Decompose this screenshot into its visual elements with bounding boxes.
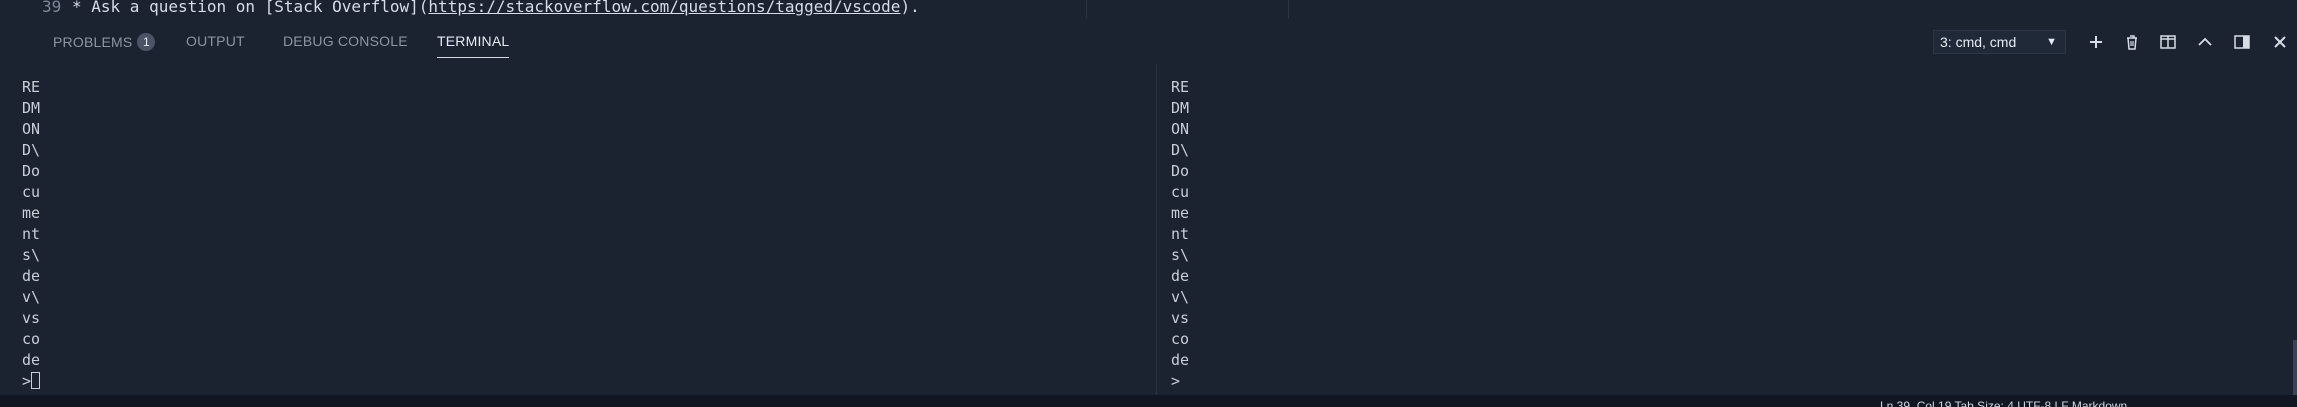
chevron-down-icon: ▼	[2046, 36, 2057, 48]
terminal-select[interactable]: 3: cmd, cmd ▼	[1933, 30, 2066, 54]
code-line[interactable]: * Ask a question on [Stack Overflow](htt…	[72, 0, 920, 16]
status-bar-info[interactable]: Ln 39, Col 19 Tab Size: 4 UTF-8 LF Markd…	[1880, 399, 2127, 407]
code-text-prefix: * Ask a question on [Stack Overflow](	[72, 0, 429, 16]
editor-ruler	[1086, 0, 1087, 18]
panel-layout-button[interactable]	[2230, 30, 2254, 54]
editor-ruler	[1288, 0, 1289, 18]
tab-output[interactable]: OUTPUT	[186, 33, 245, 49]
status-bar: Ln 39, Col 19 Tab Size: 4 UTF-8 LF Markd…	[0, 395, 2297, 407]
terminal-pane-left[interactable]: RE DM ON D\ Do cu me nt s\ de v\ vs co d…	[22, 77, 40, 392]
scrollbar[interactable]	[2293, 340, 2297, 400]
tab-debug-console[interactable]: DEBUG CONSOLE	[283, 33, 408, 49]
plus-icon	[2090, 36, 2102, 48]
panel-layout-icon	[2234, 35, 2250, 49]
close-icon	[2274, 36, 2286, 48]
maximize-panel-button[interactable]	[2193, 30, 2217, 54]
kill-terminal-button[interactable]	[2120, 30, 2144, 54]
tab-problems-label: PROBLEMS	[53, 34, 133, 50]
terminal-split-divider[interactable]	[1156, 64, 1157, 395]
terminal-pane-right[interactable]: RE DM ON D\ Do cu me nt s\ de v\ vs co d…	[1171, 77, 1189, 392]
terminal-right-output: RE DM ON D\ Do cu me nt s\ de v\ vs co d…	[1171, 78, 1190, 390]
editor-line: 39 * Ask a question on [Stack Overflow](…	[0, 0, 2297, 22]
tab-terminal[interactable]: TERMINAL	[437, 33, 510, 58]
close-panel-button[interactable]	[2268, 30, 2292, 54]
problems-count-badge: 1	[137, 33, 156, 51]
line-number: 39	[42, 0, 62, 16]
tab-output-label: OUTPUT	[186, 33, 245, 49]
terminal-cursor	[31, 372, 41, 389]
terminal-left-output: RE DM ON D\ Do cu me nt s\ de v\ vs co d…	[22, 78, 41, 390]
split-icon	[2160, 35, 2176, 49]
code-text-suffix: ).	[900, 0, 920, 16]
new-terminal-button[interactable]	[2084, 30, 2108, 54]
tab-terminal-label: TERMINAL	[437, 33, 510, 49]
chevron-up-icon	[2198, 37, 2212, 46]
code-link[interactable]: https://stackoverflow.com/questions/tagg…	[428, 0, 900, 16]
terminal-area[interactable]: RE DM ON D\ Do cu me nt s\ de v\ vs co d…	[0, 64, 2297, 395]
tab-debug-console-label: DEBUG CONSOLE	[283, 33, 408, 49]
panel-header: PROBLEMS 1 OUTPUT DEBUG CONSOLE TERMINAL …	[0, 22, 2297, 64]
tab-problems[interactable]: PROBLEMS 1	[53, 33, 156, 51]
split-terminal-button[interactable]	[2156, 30, 2180, 54]
terminal-select-value: 3: cmd, cmd	[1940, 34, 2017, 50]
trash-icon	[2127, 35, 2137, 50]
